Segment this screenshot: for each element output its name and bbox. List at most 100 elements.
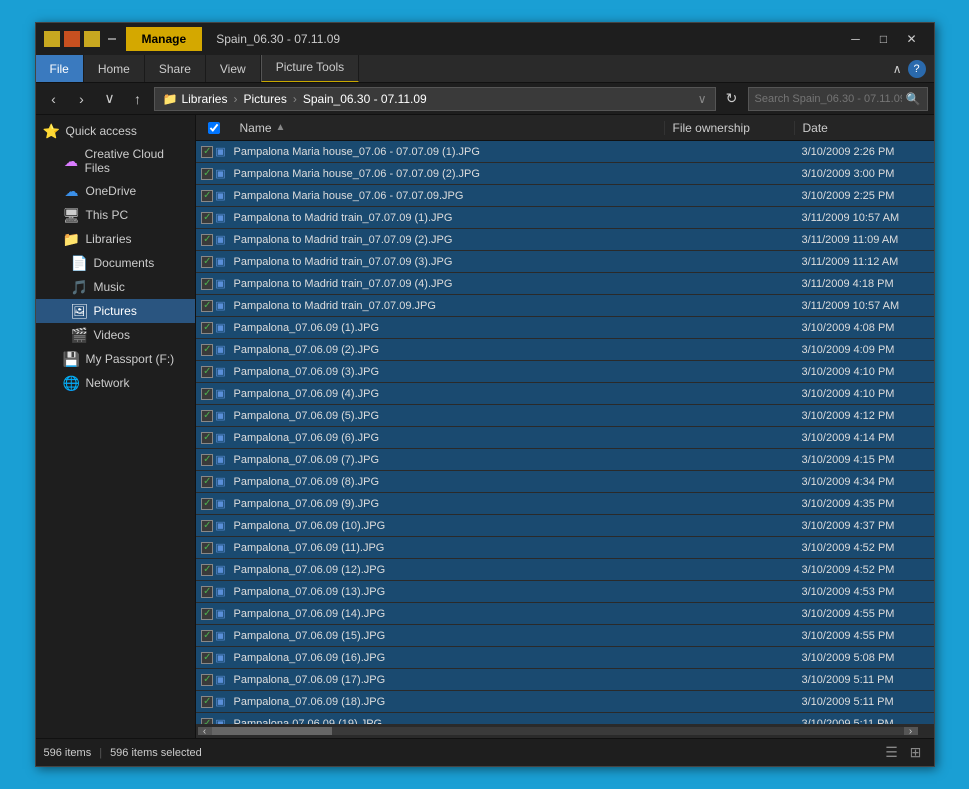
row-checkbox-area[interactable]: ✓ ▣ (196, 563, 232, 576)
table-row[interactable]: ✓ ▣ Pampalona_07.06.09 (9).JPG 3/10/2009… (196, 493, 934, 515)
tab-picture-tools[interactable]: Picture Tools (261, 55, 359, 82)
hscroll-right-arrow[interactable]: › (904, 727, 918, 735)
col-header-name[interactable]: Name ▲ (232, 121, 664, 135)
row-checkbox[interactable]: ✓ (201, 212, 213, 224)
file-rows[interactable]: ✓ ▣ Pampalona Maria house_07.06 - 07.07.… (196, 141, 934, 724)
row-checkbox[interactable]: ✓ (201, 586, 213, 598)
search-input[interactable] (755, 93, 902, 105)
row-checkbox[interactable]: ✓ (201, 476, 213, 488)
row-checkbox[interactable]: ✓ (201, 300, 213, 312)
row-checkbox[interactable]: ✓ (201, 410, 213, 422)
address-part-libraries[interactable]: Libraries (181, 92, 227, 106)
row-checkbox-area[interactable]: ✓ ▣ (196, 277, 232, 290)
row-checkbox[interactable]: ✓ (201, 454, 213, 466)
sidebar-item-videos[interactable]: 🎬 Videos (36, 323, 195, 347)
table-row[interactable]: ✓ ▣ Pampalona_07.06.09 (3).JPG 3/10/2009… (196, 361, 934, 383)
table-row[interactable]: ✓ ▣ Pampalona_07.06.09 (6).JPG 3/10/2009… (196, 427, 934, 449)
row-checkbox[interactable]: ✓ (201, 608, 213, 620)
table-row[interactable]: ✓ ▣ Pampalona 07.06.09 (19).JPG 3/10/200… (196, 713, 934, 724)
row-checkbox[interactable]: ✓ (201, 146, 213, 158)
row-checkbox-area[interactable]: ✓ ▣ (196, 607, 232, 620)
up-button[interactable]: ↑ (126, 87, 150, 111)
table-row[interactable]: ✓ ▣ Pampalona_07.06.09 (5).JPG 3/10/2009… (196, 405, 934, 427)
sidebar-item-creative-cloud[interactable]: ☁ Creative Cloud Files (36, 143, 195, 179)
address-dropdown-icon[interactable]: ∨ (698, 92, 707, 106)
row-checkbox-area[interactable]: ✓ ▣ (196, 343, 232, 356)
header-checkbox[interactable] (196, 122, 232, 134)
row-checkbox-area[interactable]: ✓ ▣ (196, 409, 232, 422)
table-row[interactable]: ✓ ▣ Pampalona_07.06.09 (1).JPG 3/10/2009… (196, 317, 934, 339)
details-view-button[interactable]: ☰ (882, 743, 902, 763)
search-box[interactable]: 🔍 (748, 87, 928, 111)
table-row[interactable]: ✓ ▣ Pampalona_07.06.09 (13).JPG 3/10/200… (196, 581, 934, 603)
hscroll-thumb[interactable] (212, 727, 332, 735)
table-row[interactable]: ✓ ▣ Pampalona to Madrid train_07.07.09.J… (196, 295, 934, 317)
table-row[interactable]: ✓ ▣ Pampalona_07.06.09 (15).JPG 3/10/200… (196, 625, 934, 647)
row-checkbox-area[interactable]: ✓ ▣ (196, 255, 232, 268)
row-checkbox-area[interactable]: ✓ ▣ (196, 673, 232, 686)
horizontal-scrollbar[interactable]: ‹ › (196, 724, 934, 738)
row-checkbox[interactable]: ✓ (201, 322, 213, 334)
row-checkbox-area[interactable]: ✓ ▣ (196, 299, 232, 312)
select-all-checkbox[interactable] (208, 122, 220, 134)
tab-home[interactable]: Home (84, 55, 145, 82)
table-row[interactable]: ✓ ▣ Pampalona to Madrid train_07.07.09 (… (196, 273, 934, 295)
search-icon[interactable]: 🔍 (906, 92, 921, 106)
row-checkbox[interactable]: ✓ (201, 498, 213, 510)
row-checkbox[interactable]: ✓ (201, 366, 213, 378)
row-checkbox[interactable]: ✓ (201, 564, 213, 576)
row-checkbox[interactable]: ✓ (201, 278, 213, 290)
table-row[interactable]: ✓ ▣ Pampalona Maria house_07.06 - 07.07.… (196, 185, 934, 207)
tab-file[interactable]: File (36, 55, 84, 82)
row-checkbox-area[interactable]: ✓ ▣ (196, 233, 232, 246)
table-row[interactable]: ✓ ▣ Pampalona_07.06.09 (18).JPG 3/10/200… (196, 691, 934, 713)
table-row[interactable]: ✓ ▣ Pampalona_07.06.09 (16).JPG 3/10/200… (196, 647, 934, 669)
row-checkbox-area[interactable]: ✓ ▣ (196, 651, 232, 664)
table-row[interactable]: ✓ ▣ Pampalona Maria house_07.06 - 07.07.… (196, 141, 934, 163)
row-checkbox[interactable]: ✓ (201, 520, 213, 532)
row-checkbox[interactable]: ✓ (201, 652, 213, 664)
row-checkbox-area[interactable]: ✓ ▣ (196, 453, 232, 466)
refresh-button[interactable]: ↻ (720, 87, 744, 111)
table-row[interactable]: ✓ ▣ Pampalona Maria house_07.06 - 07.07.… (196, 163, 934, 185)
table-row[interactable]: ✓ ▣ Pampalona to Madrid train_07.07.09 (… (196, 251, 934, 273)
tab-share[interactable]: Share (145, 55, 206, 82)
row-checkbox-area[interactable]: ✓ ▣ (196, 519, 232, 532)
sidebar-item-network[interactable]: 🌐 Network (36, 371, 195, 395)
help-button[interactable]: ? (908, 60, 926, 78)
row-checkbox-area[interactable]: ✓ ▣ (196, 497, 232, 510)
sidebar-item-music[interactable]: 🎵 Music (36, 275, 195, 299)
row-checkbox-area[interactable]: ✓ ▣ (196, 541, 232, 554)
row-checkbox[interactable]: ✓ (201, 674, 213, 686)
sidebar-item-quick-access[interactable]: ⭐ Quick access (36, 119, 195, 143)
address-box[interactable]: 📁 Libraries › Pictures › Spain_06.30 - 0… (154, 87, 716, 111)
table-row[interactable]: ✓ ▣ Pampalona_07.06.09 (7).JPG 3/10/2009… (196, 449, 934, 471)
sidebar-item-libraries[interactable]: 📁 Libraries (36, 227, 195, 251)
maximize-button[interactable]: □ (870, 28, 898, 50)
sidebar-item-my-passport[interactable]: 💾 My Passport (F:) (36, 347, 195, 371)
row-checkbox[interactable]: ✓ (201, 542, 213, 554)
table-row[interactable]: ✓ ▣ Pampalona_07.06.09 (4).JPG 3/10/2009… (196, 383, 934, 405)
sidebar-item-onedrive[interactable]: ☁ OneDrive (36, 179, 195, 203)
col-header-date[interactable]: Date (794, 121, 934, 135)
row-checkbox-area[interactable]: ✓ ▣ (196, 167, 232, 180)
row-checkbox-area[interactable]: ✓ ▣ (196, 321, 232, 334)
table-row[interactable]: ✓ ▣ Pampalona_07.06.09 (17).JPG 3/10/200… (196, 669, 934, 691)
row-checkbox[interactable]: ✓ (201, 256, 213, 268)
row-checkbox-area[interactable]: ✓ ▣ (196, 695, 232, 708)
row-checkbox-area[interactable]: ✓ ▣ (196, 365, 232, 378)
row-checkbox-area[interactable]: ✓ ▣ (196, 387, 232, 400)
row-checkbox-area[interactable]: ✓ ▣ (196, 475, 232, 488)
hscroll-track[interactable] (212, 727, 904, 735)
address-part-pictures[interactable]: Pictures (243, 92, 286, 106)
tiles-view-button[interactable]: ⊞ (906, 743, 926, 763)
table-row[interactable]: ✓ ▣ Pampalona_07.06.09 (8).JPG 3/10/2009… (196, 471, 934, 493)
hscroll-left-arrow[interactable]: ‹ (198, 727, 212, 735)
table-row[interactable]: ✓ ▣ Pampalona_07.06.09 (12).JPG 3/10/200… (196, 559, 934, 581)
row-checkbox-area[interactable]: ✓ ▣ (196, 189, 232, 202)
row-checkbox-area[interactable]: ✓ ▣ (196, 629, 232, 642)
row-checkbox-area[interactable]: ✓ ▣ (196, 145, 232, 158)
sidebar-item-documents[interactable]: 📄 Documents (36, 251, 195, 275)
row-checkbox-area[interactable]: ✓ ▣ (196, 585, 232, 598)
table-row[interactable]: ✓ ▣ Pampalona_07.06.09 (14).JPG 3/10/200… (196, 603, 934, 625)
